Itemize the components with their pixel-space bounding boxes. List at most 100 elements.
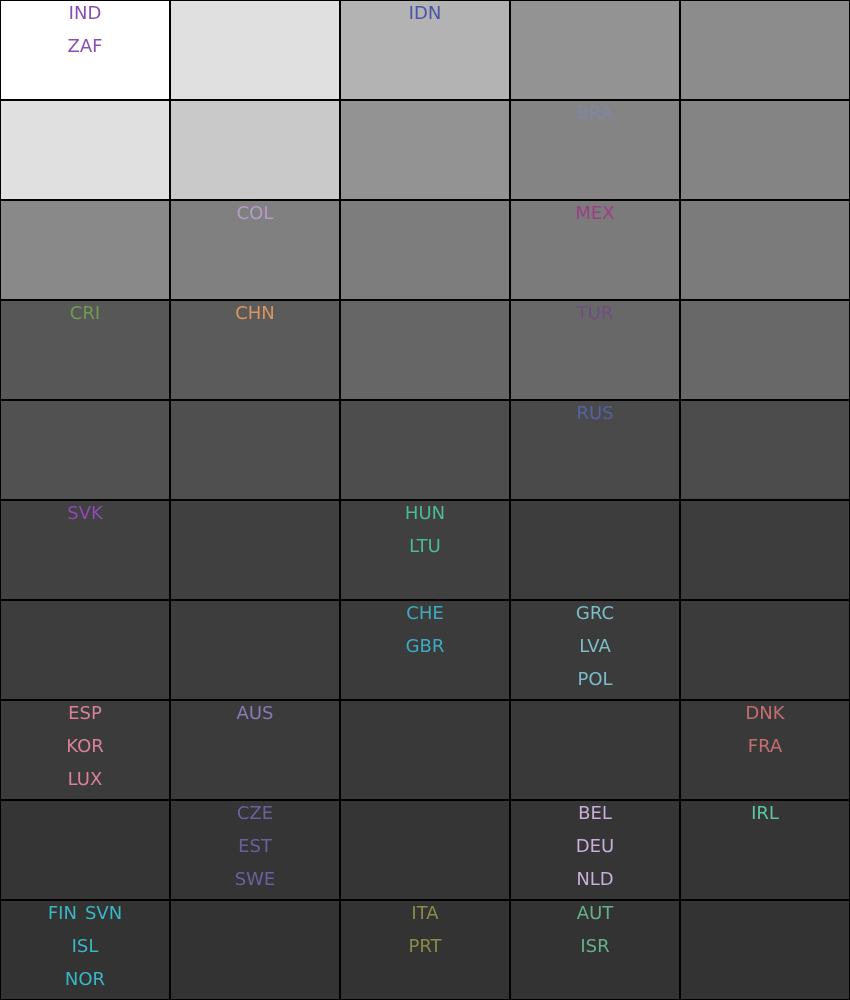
country-label: HUN	[404, 503, 446, 524]
country-label: ITA	[411, 903, 439, 924]
heatmap-cell	[0, 200, 170, 300]
cell-label-group: DNK FRA	[681, 701, 849, 759]
heatmap-cell	[170, 400, 340, 500]
cell-label-group: HUN LTU	[341, 501, 509, 559]
heatmap-cell	[680, 900, 850, 1000]
cell-label-group: FIN SVN ISL NOR	[1, 901, 169, 992]
country-label: EST	[238, 836, 272, 857]
country-label: NLD	[576, 869, 614, 890]
heatmap-cell: BEL DEU NLD	[510, 800, 680, 900]
country-label: POL	[577, 669, 613, 690]
cell-label-group: BEL DEU NLD	[511, 801, 679, 892]
heatmap-cell: HUN LTU	[340, 500, 510, 600]
heatmap-cell	[0, 800, 170, 900]
cell-label-group: RUS	[511, 401, 679, 426]
country-label: ESP	[68, 703, 102, 724]
cell-label-group: ESP KOR LUX	[1, 701, 169, 792]
country-label: MEX	[575, 203, 615, 224]
country-label: PRT	[408, 936, 442, 957]
country-label: DEU	[575, 836, 615, 857]
country-label: NOR	[64, 969, 106, 990]
country-label: TUR	[576, 303, 614, 324]
heatmap-cell: CZE EST SWE	[170, 800, 340, 900]
heatmap-cell	[680, 300, 850, 400]
country-label: SVN	[84, 903, 123, 924]
heatmap-cell	[0, 100, 170, 200]
heatmap-cell	[170, 0, 340, 100]
country-label: SVK	[67, 503, 103, 524]
heatmap-cell: ESP KOR LUX	[0, 700, 170, 800]
heatmap-cell	[680, 0, 850, 100]
heatmap-cell: FIN SVN ISL NOR	[0, 900, 170, 1000]
country-label: RUS	[576, 403, 614, 424]
cell-label-group: IRL	[681, 801, 849, 826]
country-label: SWE	[234, 869, 276, 890]
heatmap-cell: BRA	[510, 100, 680, 200]
heatmap-cell	[680, 500, 850, 600]
heatmap-cell	[340, 800, 510, 900]
heatmap-cell	[510, 700, 680, 800]
heatmap-cell	[0, 400, 170, 500]
country-label: BRA	[576, 103, 614, 124]
cell-label-group: IND ZAF	[1, 1, 169, 59]
heatmap-cell: TUR	[510, 300, 680, 400]
heatmap-cell: CRI	[0, 300, 170, 400]
country-label: COL	[236, 203, 274, 224]
heatmap-cell	[340, 700, 510, 800]
cell-label-group: IDN	[341, 1, 509, 26]
country-label: IDN	[408, 3, 442, 24]
country-label: BEL	[578, 803, 612, 824]
country-label: ISL	[71, 936, 99, 957]
heatmap-cell: AUS	[170, 700, 340, 800]
heatmap-cell	[170, 600, 340, 700]
heatmap-cell	[680, 100, 850, 200]
country-label: IRL	[751, 803, 779, 824]
cell-label-group: CHE GBR	[341, 601, 509, 659]
country-label: AUT	[576, 903, 614, 924]
country-label: GRC	[575, 603, 615, 624]
heatmap-cell: SVK	[0, 500, 170, 600]
heatmap-grid: IND ZAF IDN BRA COL MEX CRI CHN TUR RUS SVK HUN LTU C…	[0, 0, 850, 1000]
country-label: IND	[68, 3, 102, 24]
heatmap-cell	[680, 400, 850, 500]
country-label: CRI	[69, 303, 101, 324]
heatmap-cell	[340, 400, 510, 500]
heatmap-cell	[170, 500, 340, 600]
heatmap-cell	[340, 300, 510, 400]
country-label: ISR	[580, 936, 610, 957]
heatmap-cell: IRL	[680, 800, 850, 900]
heatmap-cell	[170, 900, 340, 1000]
country-label: FIN	[47, 903, 77, 924]
country-label: LVA	[579, 636, 611, 657]
heatmap-cell	[0, 600, 170, 700]
heatmap-cell	[680, 200, 850, 300]
cell-label-group: CRI	[1, 301, 169, 326]
heatmap-cell	[340, 100, 510, 200]
country-label: CZE	[236, 803, 274, 824]
heatmap-cell: CHN	[170, 300, 340, 400]
cell-label-group: AUS	[171, 701, 339, 726]
heatmap-cell: AUT ISR	[510, 900, 680, 1000]
country-label: ZAF	[67, 36, 103, 57]
cell-label-group: ITA PRT	[341, 901, 509, 959]
country-label: CHN	[235, 303, 275, 324]
heatmap-cell: COL	[170, 200, 340, 300]
country-label: LUX	[67, 769, 103, 790]
heatmap-cell: CHE GBR	[340, 600, 510, 700]
cell-label-group: SVK	[1, 501, 169, 526]
heatmap-cell: IND ZAF	[0, 0, 170, 100]
heatmap-cell	[510, 500, 680, 600]
cell-label-group: TUR	[511, 301, 679, 326]
cell-label-group: CHN	[171, 301, 339, 326]
country-label: GBR	[405, 636, 445, 657]
heatmap-cell: ITA PRT	[340, 900, 510, 1000]
heatmap-cell	[340, 200, 510, 300]
cell-label-group: BRA	[511, 101, 679, 126]
country-label: FRA	[747, 736, 783, 757]
country-label: LTU	[409, 536, 441, 557]
country-label: DNK	[745, 703, 785, 724]
heatmap-cell: GRC LVA POL	[510, 600, 680, 700]
cell-label-group: MEX	[511, 201, 679, 226]
country-label: CHE	[406, 603, 444, 624]
heatmap-cell: MEX	[510, 200, 680, 300]
